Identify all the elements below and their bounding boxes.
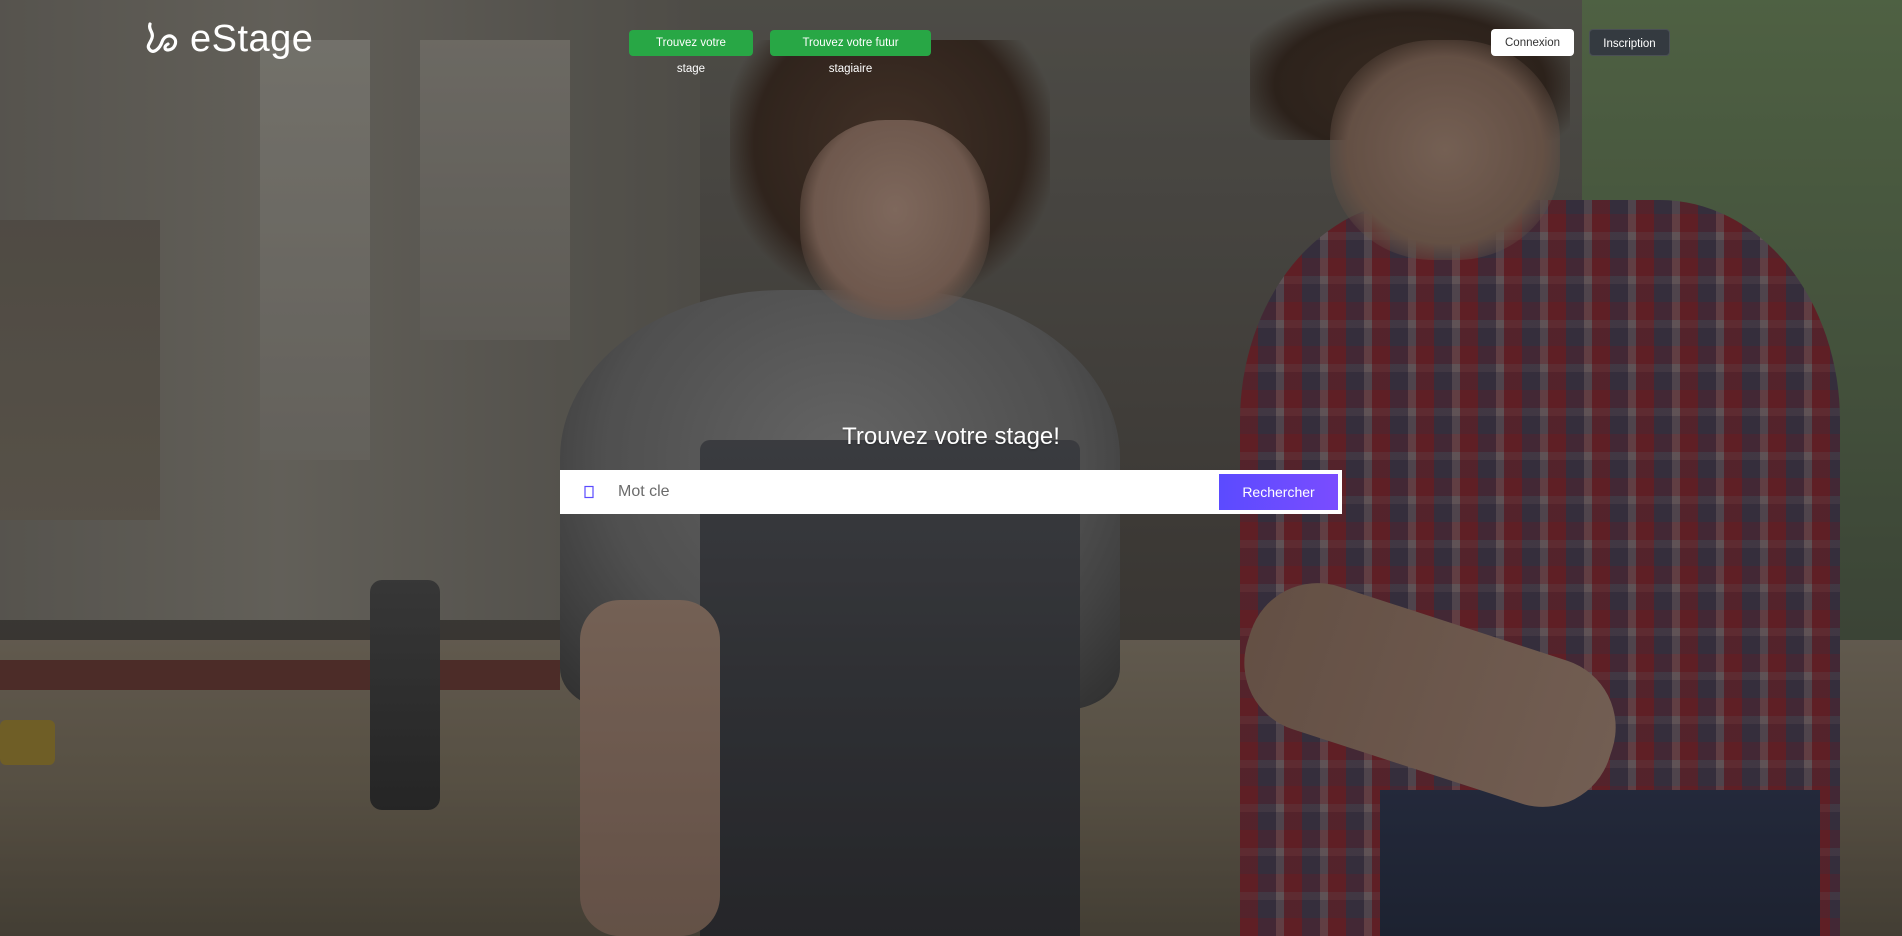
search-bar: Rechercher [560,470,1342,514]
search-button[interactable]: Rechercher [1219,474,1338,510]
find-intern-button[interactable]: Trouvez votre futur stagiaire [770,30,931,75]
find-internship-button[interactable]: Trouvez votre stage [629,30,753,75]
search-input[interactable] [608,474,1219,510]
brand-logo[interactable]: eStage [144,18,313,61]
hero-overlay [0,0,1902,936]
login-button[interactable]: Connexion [1491,29,1574,56]
hero-section: eStage Trouvez votre stage Trouvez votre… [0,0,1902,936]
brand-name: eStage [190,18,314,60]
hero-headline: Trouvez votre stage! [842,423,1060,450]
estage-logo-icon [144,20,182,60]
signup-button[interactable]: Inscription [1589,29,1670,56]
search-icon [572,474,608,510]
